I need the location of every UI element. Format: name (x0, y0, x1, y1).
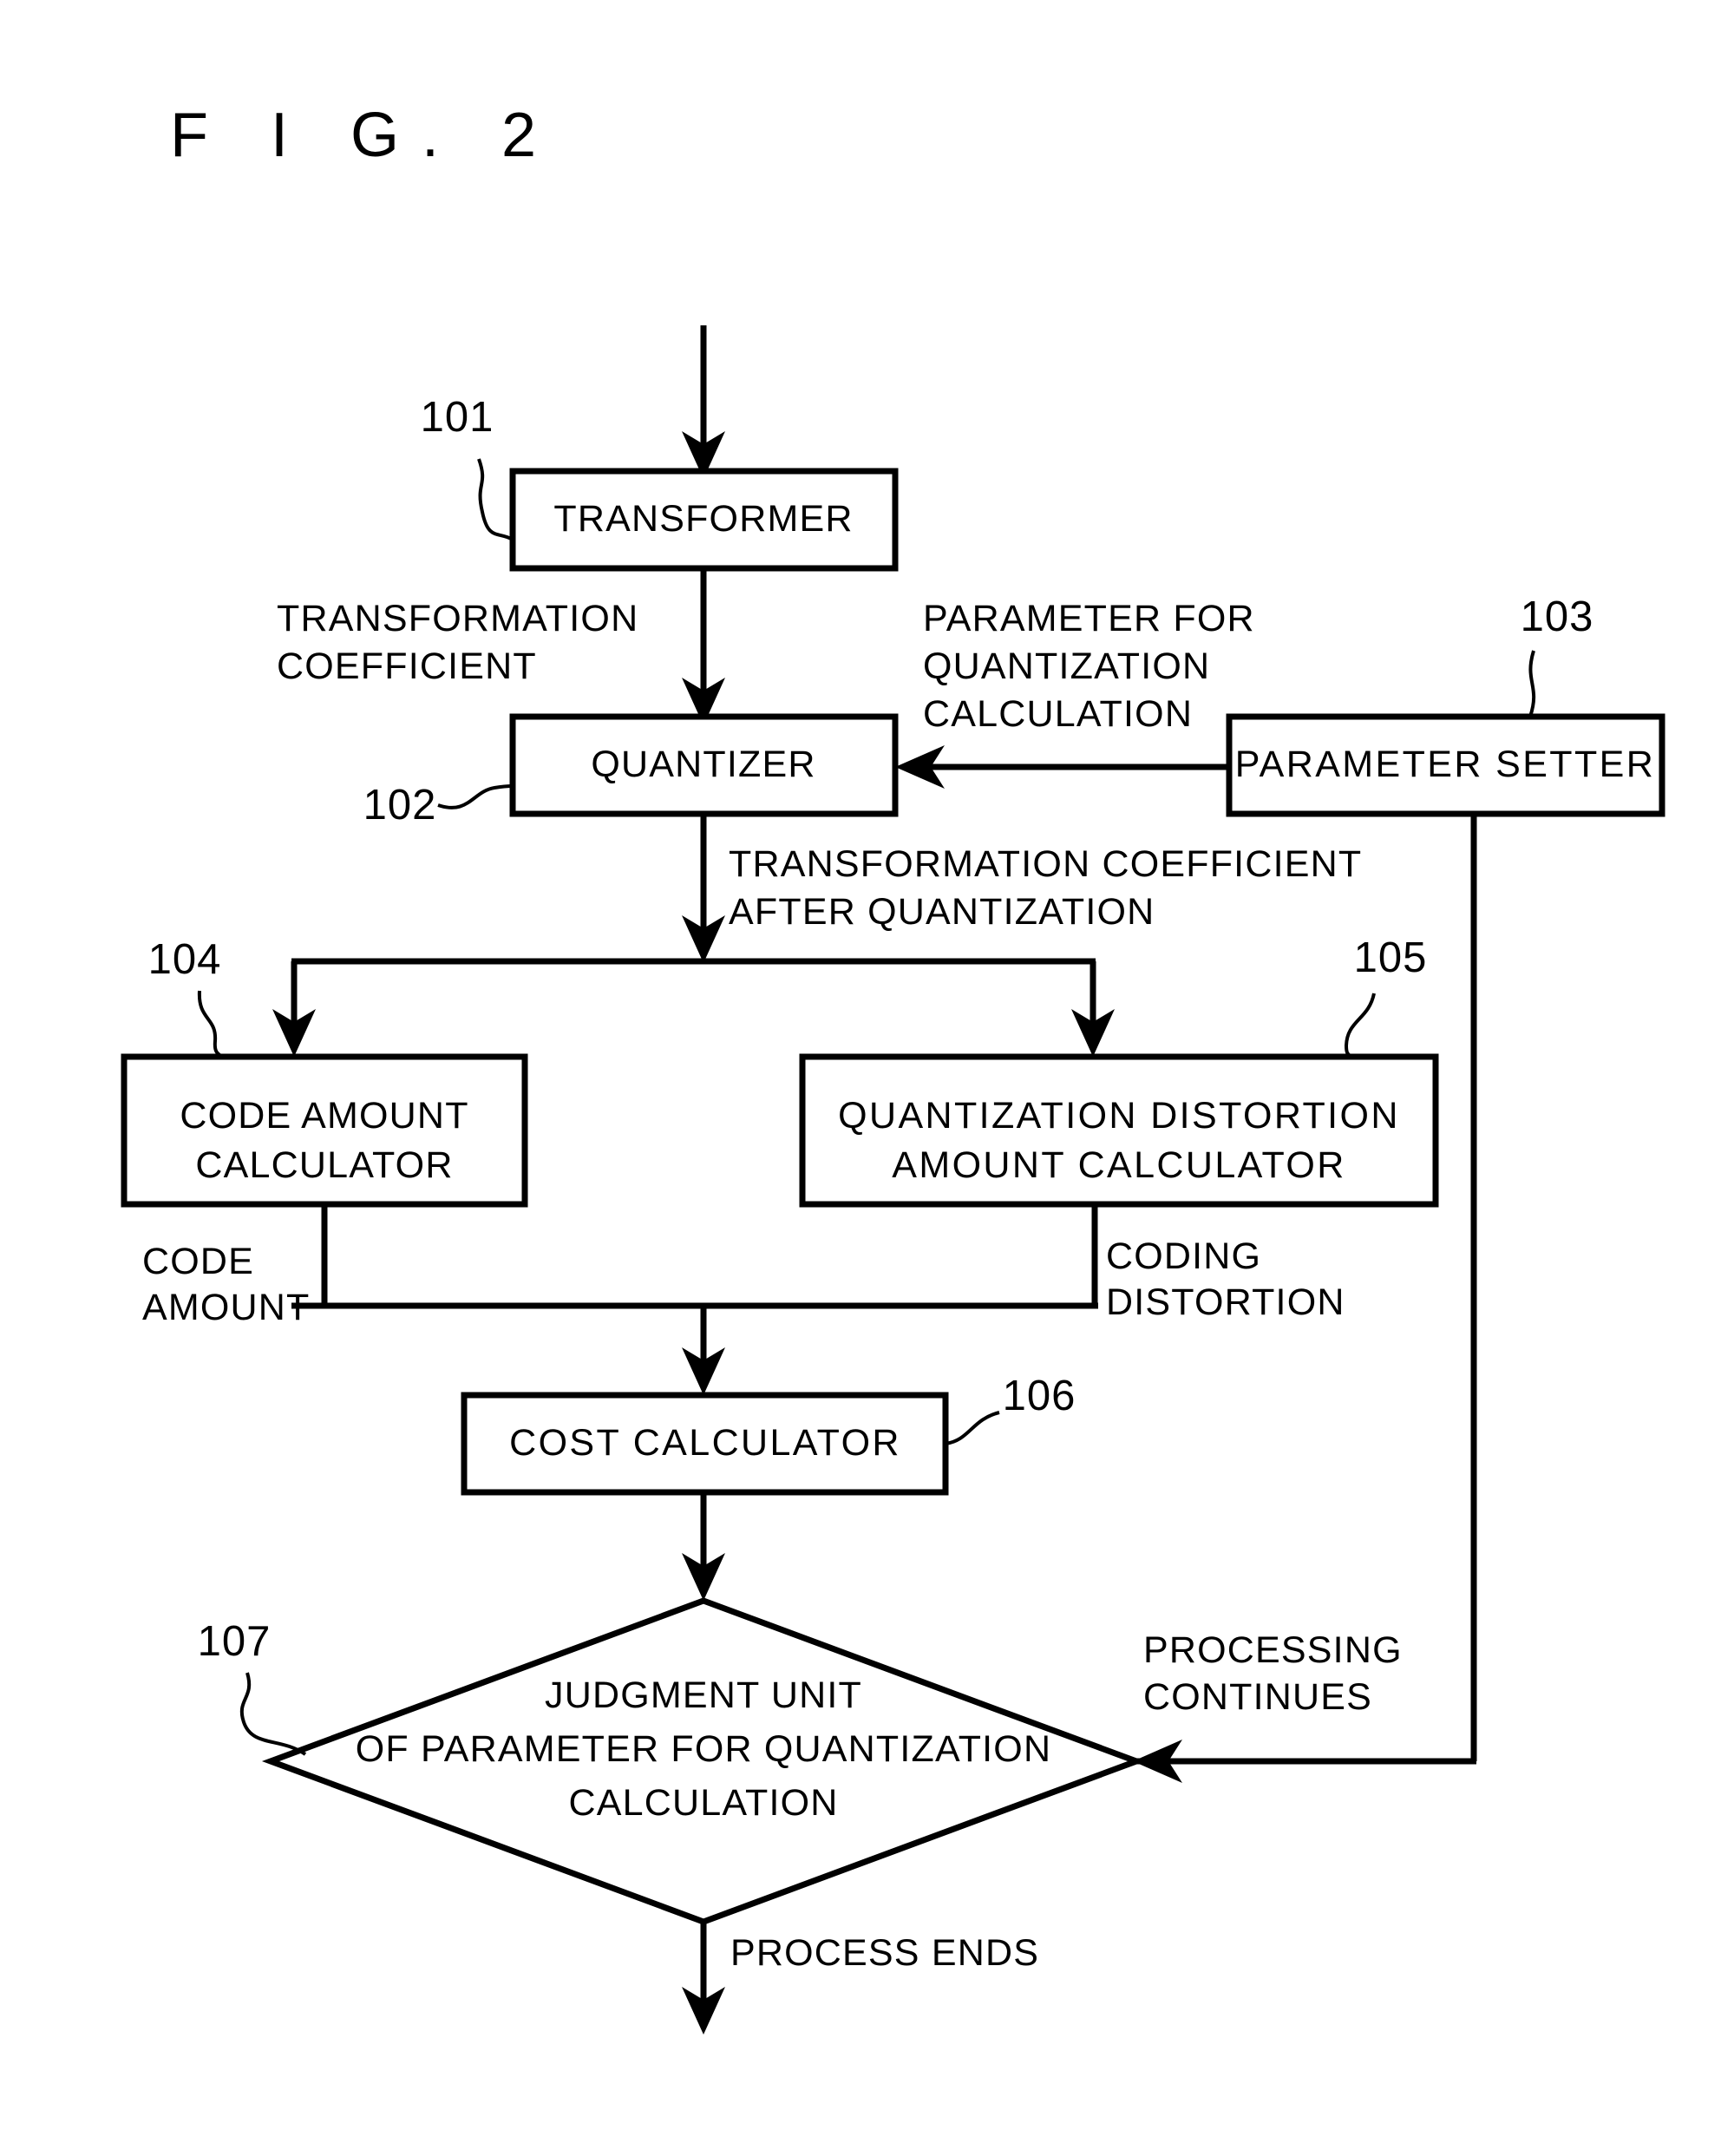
label-coefficient-after-quantization: TRANSFORMATION COEFFICIENT AFTER QUANTIZ… (729, 843, 1362, 933)
code-amount-calculator-label-line2: CALCULATOR (195, 1144, 453, 1186)
arrow-quantizer-to-branch (682, 814, 725, 963)
coding-distortion-line2: DISTORTION (1106, 1281, 1345, 1323)
quantization-distortion-label-line1: QUANTIZATION DISTORTION (838, 1095, 1400, 1137)
processing-continues-line2: CONTINUES (1143, 1676, 1372, 1718)
arrow-parameter-setter-to-quantizer (895, 745, 1229, 789)
param-quant-calc-line3: CALCULATION (923, 693, 1193, 735)
ref-number-101: 101 (421, 394, 494, 441)
ref-number-102: 102 (363, 782, 437, 829)
processing-continues-line1: PROCESSING (1143, 1629, 1403, 1671)
arrow-transformer-to-quantizer (682, 568, 725, 725)
ref-number-103: 103 (1521, 593, 1594, 640)
ref-number-107: 107 (198, 1618, 272, 1665)
label-processing-continues: PROCESSING CONTINUES (1143, 1629, 1403, 1718)
coeff-after-quant-line1: TRANSFORMATION COEFFICIENT (729, 843, 1362, 885)
ref-number-105: 105 (1354, 934, 1428, 981)
ref-number-106: 106 (1003, 1373, 1076, 1419)
transformation-coefficient-line1: TRANSFORMATION (277, 598, 638, 639)
flowchart-diagram: F I G. 2 TRANSFORMER 101 TRANSFORMATION … (121, 101, 1665, 2035)
arrow-process-ends (682, 1922, 725, 2035)
ref-number-104: 104 (148, 936, 222, 983)
label-code-amount: CODE AMOUNT (142, 1241, 311, 1328)
block-judgment-unit[interactable]: JUDGMENT UNIT OF PARAMETER FOR QUANTIZAT… (261, 1597, 1146, 1925)
ref-102-leader (437, 784, 514, 809)
ref-107-leader (239, 1672, 307, 1756)
block-quantizer[interactable]: QUANTIZER (509, 713, 899, 817)
ref-105-leader (1344, 993, 1376, 1058)
ref-106-leader (945, 1411, 1000, 1445)
quantization-distortion-label-line2: AMOUNT CALCULATOR (892, 1144, 1345, 1186)
param-quant-calc-line2: QUANTIZATION (923, 645, 1210, 687)
arrow-cost-to-judgment (682, 1492, 725, 1601)
quantizer-label: QUANTIZER (591, 744, 815, 785)
coding-distortion-line1: CODING (1106, 1235, 1261, 1277)
block-quantization-distortion-amount-calculator[interactable]: QUANTIZATION DISTORTION AMOUNT CALCULATO… (799, 1053, 1439, 1208)
process-ends-label: PROCESS ENDS (730, 1932, 1039, 1974)
ref-104-leader (197, 990, 224, 1058)
input-arrow (682, 325, 725, 479)
patent-figure: F I G. 2 TRANSFORMER 101 TRANSFORMATION … (0, 0, 1721, 2156)
transformer-label: TRANSFORMER (553, 498, 853, 540)
block-cost-calculator[interactable]: COST CALCULATOR (461, 1392, 949, 1496)
coeff-after-quant-line2: AFTER QUANTIZATION (729, 891, 1155, 933)
label-parameter-for-quantization-calculation: PARAMETER FOR QUANTIZATION CALCULATION (923, 598, 1255, 735)
ref-101-leader (477, 458, 514, 541)
transformation-coefficient-line2: COEFFICIENT (277, 645, 537, 687)
block-parameter-setter[interactable]: PARAMETER SETTER (1226, 713, 1665, 817)
block-transformer[interactable]: TRANSFORMER (509, 468, 899, 572)
judgment-unit-label-line1: JUDGMENT UNIT (545, 1674, 862, 1716)
parameter-setter-label: PARAMETER SETTER (1235, 744, 1655, 785)
block-code-amount-calculator[interactable]: CODE AMOUNT CALCULATOR (121, 1053, 528, 1208)
label-coding-distortion: CODING DISTORTION (1106, 1235, 1345, 1323)
merge-collector (291, 1204, 1098, 1395)
param-quant-calc-line1: PARAMETER FOR (923, 598, 1255, 639)
code-amount-line1: CODE (142, 1241, 254, 1282)
judgment-unit-label-line3: CALCULATION (568, 1782, 838, 1824)
figure-title: F I G. 2 (170, 101, 559, 170)
code-amount-line2: AMOUNT (142, 1287, 311, 1328)
judgment-unit-label-line2: OF PARAMETER FOR QUANTIZATION (356, 1728, 1051, 1770)
label-transformation-coefficient: TRANSFORMATION COEFFICIENT (277, 598, 638, 687)
branch-distribution (272, 958, 1115, 1057)
code-amount-calculator-label-line1: CODE AMOUNT (180, 1095, 468, 1137)
cost-calculator-label: COST CALCULATOR (509, 1422, 901, 1464)
ref-103-leader (1528, 650, 1536, 718)
